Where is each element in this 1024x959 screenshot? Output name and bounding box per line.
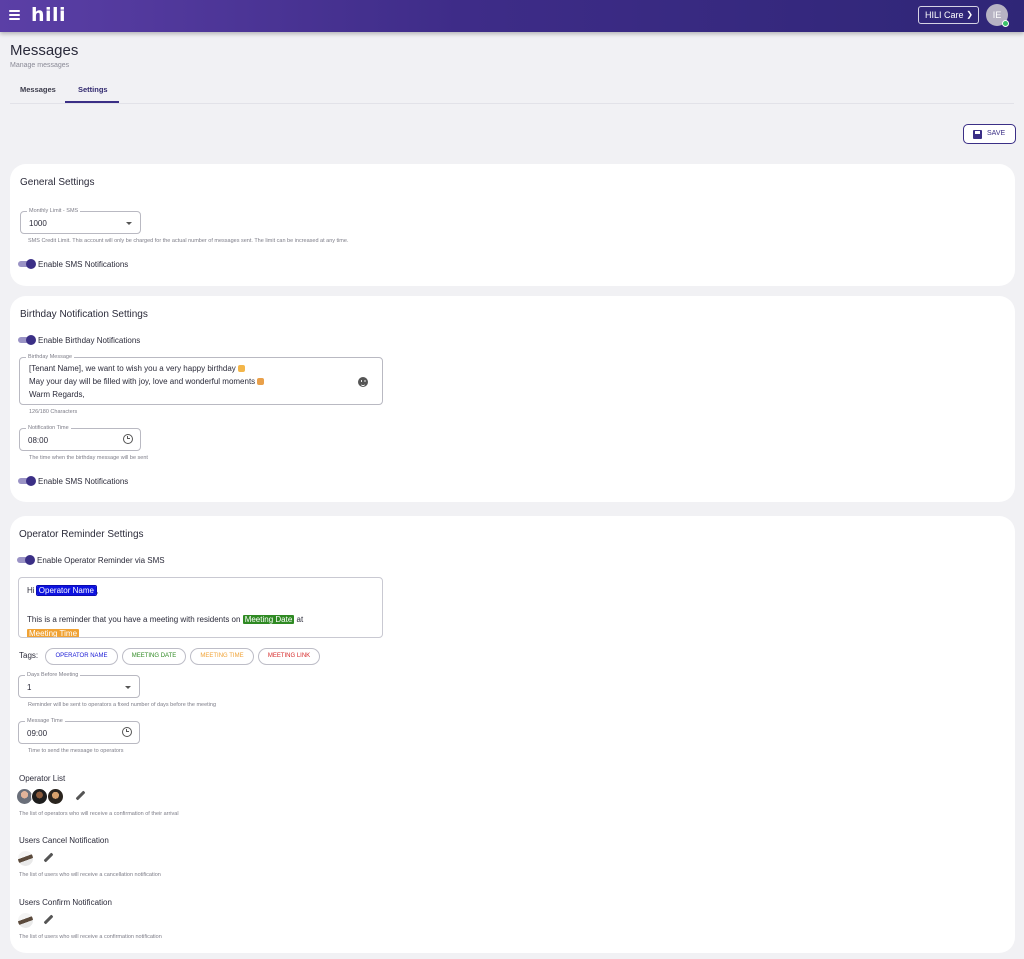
- enable-sms-toggle[interactable]: [18, 259, 36, 269]
- operator-name-token[interactable]: Operator Name: [35, 585, 97, 596]
- days-before-helper: Reminder will be sent to operators a fix…: [28, 702, 217, 708]
- birthday-message-line-3: Warm Regards,: [29, 390, 85, 399]
- menu-icon[interactable]: [9, 10, 20, 20]
- birthday-message-line-1: [Tenant Name], we want to wish you a ver…: [29, 364, 245, 373]
- operator-sms-label: Enable Operator Reminder via SMS: [37, 556, 165, 565]
- party-emoji-icon: [237, 365, 245, 372]
- tab-settings[interactable]: Settings: [78, 85, 108, 94]
- page-subtitle: Manage messages: [10, 62, 70, 69]
- operator-avatar-2[interactable]: [31, 788, 48, 805]
- general-settings-title: General Settings: [20, 177, 95, 188]
- save-button[interactable]: SAVE: [963, 124, 1016, 144]
- online-status-dot: [1002, 20, 1009, 27]
- enable-birthday-toggle[interactable]: [18, 335, 36, 345]
- enable-birthday-label: Enable Birthday Notifications: [38, 336, 141, 345]
- dropdown-caret-icon: [125, 686, 131, 689]
- birthday-settings-card: Birthday Notification Settings Enable Bi…: [10, 296, 1015, 502]
- app-logo[interactable]: hili: [31, 4, 66, 26]
- message-time-input[interactable]: Message Time 09:00: [18, 717, 140, 744]
- days-before-legend: Days Before Meeting: [25, 671, 81, 679]
- message-time-legend: Message Time: [25, 717, 65, 725]
- birthday-message-counter: 126/180 Characters: [29, 409, 78, 415]
- organization-select[interactable]: HILI Care ❯: [918, 6, 979, 24]
- monthly-limit-select[interactable]: Monthly Limit - SMS 1000: [20, 207, 141, 234]
- operator-message-editor[interactable]: Hi Operator Name, This is a reminder tha…: [18, 577, 383, 638]
- operator-sms-toggle[interactable]: [17, 555, 35, 565]
- tag-meeting-link[interactable]: MEETING LINK: [258, 648, 320, 665]
- monthly-limit-legend: Monthly Limit - SMS: [27, 207, 81, 215]
- editor-greeting-line: Hi Operator Name,: [27, 585, 99, 596]
- enable-sms-label: Enable SMS Notifications: [38, 260, 129, 269]
- edit-operators-pencil-icon[interactable]: [75, 791, 85, 801]
- users-cancel-helper: The list of users who will receive a can…: [19, 872, 161, 878]
- tab-messages[interactable]: Messages: [20, 85, 56, 94]
- chevron-down-icon: ❯: [966, 10, 973, 19]
- message-time-value: 09:00: [27, 729, 48, 738]
- save-button-label: SAVE: [987, 130, 1006, 137]
- meeting-time-token[interactable]: Meeting Time: [27, 629, 80, 637]
- dropdown-caret-icon: [126, 222, 132, 225]
- birthday-settings-title: Birthday Notification Settings: [20, 309, 148, 320]
- save-icon: [973, 130, 982, 139]
- users-confirm-helper: The list of users who will receive a con…: [19, 934, 162, 940]
- operator-avatar-3[interactable]: [47, 788, 64, 805]
- birthday-message-textarea[interactable]: Birthday Message [Tenant Name], we want …: [19, 353, 383, 405]
- clock-icon[interactable]: [123, 434, 133, 444]
- notification-time-helper: The time when the birthday message will …: [29, 455, 148, 461]
- top-app-bar: hili HILI Care ❯ IE: [0, 0, 1024, 32]
- page-title: Messages: [10, 42, 79, 59]
- tag-meeting-time[interactable]: MEETING TIME: [190, 648, 254, 665]
- days-before-meeting-select[interactable]: Days Before Meeting 1: [18, 671, 140, 698]
- birthday-message-line-2: May your day will be filled with joy, lo…: [29, 377, 265, 386]
- users-cancel-label: Users Cancel Notification: [19, 836, 109, 845]
- emoji-picker-icon[interactable]: [358, 377, 368, 387]
- tag-meeting-date[interactable]: MEETING DATE: [122, 648, 186, 665]
- general-settings-card: General Settings Monthly Limit - SMS 100…: [10, 164, 1015, 286]
- cancel-user-avatar[interactable]: [17, 850, 34, 867]
- operator-list-helper: The list of operators who will receive a…: [19, 811, 179, 817]
- days-before-value: 1: [27, 683, 32, 692]
- users-confirm-label: Users Confirm Notification: [19, 898, 112, 907]
- notification-time-legend: Notification Time: [26, 424, 71, 432]
- organization-select-value: HILI Care: [925, 10, 964, 20]
- confirm-user-avatar[interactable]: [17, 912, 34, 929]
- notification-time-input[interactable]: Notification Time 08:00: [19, 424, 141, 451]
- tags-label: Tags:: [19, 651, 39, 660]
- monthly-limit-value: 1000: [29, 219, 47, 228]
- user-avatar[interactable]: IE: [986, 4, 1009, 27]
- edit-cancel-users-pencil-icon[interactable]: [43, 853, 53, 863]
- monthly-limit-helper: SMS Credit Limit. This account will only…: [28, 238, 349, 244]
- meeting-date-token[interactable]: Meeting Date: [242, 615, 295, 624]
- edit-confirm-users-pencil-icon[interactable]: [43, 915, 53, 925]
- notification-time-value: 08:00: [28, 436, 49, 445]
- user-avatar-initials: IE: [992, 10, 1002, 20]
- operator-reminder-card: Operator Reminder Settings Enable Operat…: [10, 516, 1015, 953]
- editor-time-line: Meeting Time: [27, 629, 80, 637]
- celebration-emoji-icon: [257, 378, 265, 385]
- birthday-sms-label: Enable SMS Notifications: [38, 477, 129, 486]
- birthday-message-legend: Birthday Message: [26, 353, 75, 361]
- operator-list-label: Operator List: [19, 774, 66, 783]
- operator-reminder-title: Operator Reminder Settings: [19, 529, 144, 540]
- message-time-helper: Time to send the message to operators: [28, 748, 124, 754]
- birthday-sms-toggle[interactable]: [18, 476, 36, 486]
- tabs-divider: [10, 103, 1014, 104]
- tag-operator-name[interactable]: OPERATOR NAME: [45, 648, 118, 665]
- clock-icon[interactable]: [122, 727, 132, 737]
- editor-reminder-line: This is a reminder that you have a meeti…: [27, 615, 304, 624]
